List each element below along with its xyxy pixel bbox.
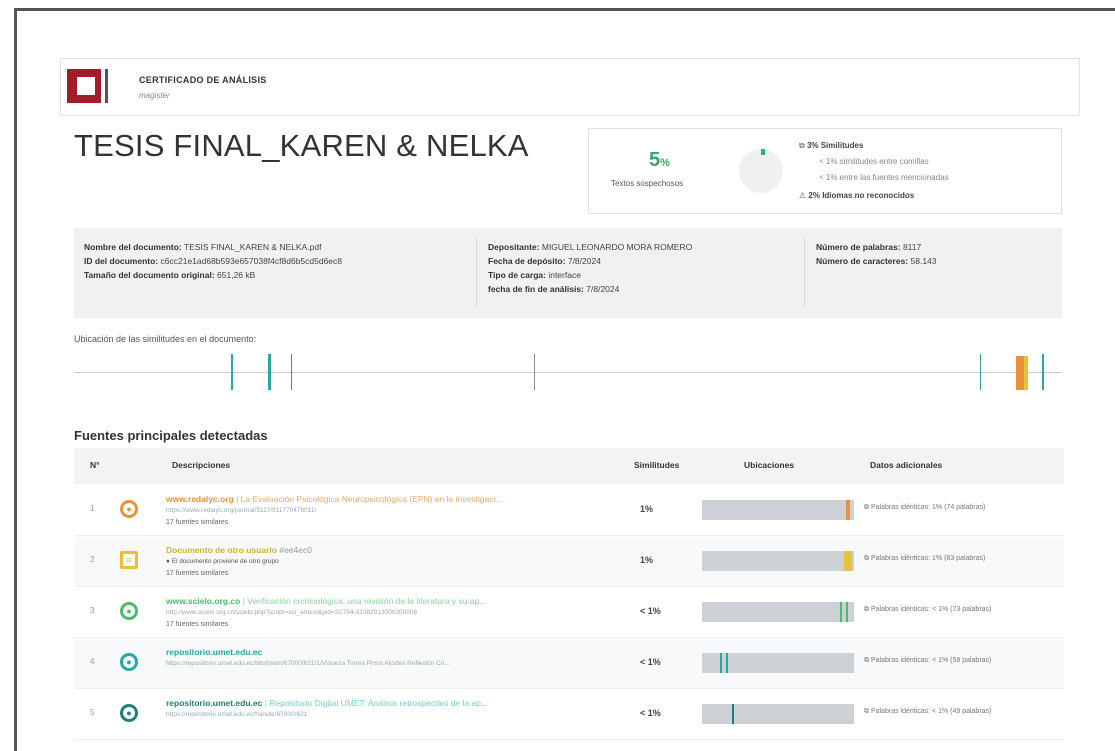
source-url[interactable]: https://repositorio.umet.edu.ec/bitstrea… xyxy=(166,660,586,667)
additional-data: ⧉ Palabras idénticas: < 1% (49 palabras) xyxy=(864,708,992,715)
metadata-col-3: Número de palabras: 8117 Número de carac… xyxy=(816,242,937,266)
metadata-divider xyxy=(476,238,477,308)
row-number: 5 xyxy=(90,708,95,717)
row-number: 3 xyxy=(90,606,95,615)
sim-detail-quotes: < 1% similitudes entre comillas xyxy=(819,157,929,166)
logo-icon xyxy=(67,69,111,105)
globe-icon: ● xyxy=(120,602,138,620)
source-description[interactable]: www.scielo.org.co | Verificación crimino… xyxy=(166,596,626,606)
location-marker xyxy=(231,354,233,390)
similarity-value: 1% xyxy=(640,504,654,514)
row-number: 1 xyxy=(90,504,95,513)
certificate-page: CERTIFICADO DE ANÁLISIS magister TESIS F… xyxy=(0,0,1115,751)
doc-size-value: 651,26 kB xyxy=(217,270,256,280)
col-number: N° xyxy=(90,460,100,470)
similar-sources-link[interactable]: 17 fuentes similares xyxy=(166,570,228,577)
similitudes-line: ⧉ 3% Similitudes xyxy=(799,141,864,150)
doc-name-value: TESIS FINAL_KAREN & NELKA.pdf xyxy=(183,242,322,252)
table-row[interactable]: 4 ● repositorio.umet.edu.ec https://repo… xyxy=(74,639,1064,689)
table-row[interactable]: 1 ● www.redalyc.org | La Evaluación Psic… xyxy=(74,486,1064,536)
additional-data: ⧉ Palabras idénticas: < 1% (58 palabras) xyxy=(864,657,992,664)
certificate-title: CERTIFICADO DE ANÁLISIS xyxy=(139,75,267,85)
similarity-value: < 1% xyxy=(640,708,661,718)
source-url[interactable]: https://www.redalyc.org/journal/5117/511… xyxy=(166,507,586,514)
source-description[interactable]: repositorio.umet.edu.ec xyxy=(166,647,626,657)
suspicious-label: Textos sospechosos xyxy=(611,179,684,188)
sources-table-header: N° Descripciones Similitudes Ubicaciones… xyxy=(74,448,1064,484)
table-row[interactable]: 2 ≡ Documento de otro usuario #ee4ec0 ● … xyxy=(74,537,1064,587)
similarity-value: 1% xyxy=(640,555,654,565)
metadata-divider xyxy=(804,238,805,308)
window-border-top xyxy=(14,8,1115,11)
location-bar xyxy=(702,704,854,724)
col-similarities: Similitudes xyxy=(634,460,680,470)
source-url: ● El documento proviene de otro grupo xyxy=(166,558,279,565)
deposit-date-value: 7/8/2024 xyxy=(567,256,601,266)
char-count-value: 58.143 xyxy=(910,256,937,266)
globe-icon: ● xyxy=(120,704,138,722)
source-url[interactable]: https://repositorio.umet.edu.ec/handle/6… xyxy=(166,711,586,718)
source-url[interactable]: http://www.scielo.org.co/scielo.php?scri… xyxy=(166,609,586,616)
certificate-header: CERTIFICADO DE ANÁLISIS magister xyxy=(60,58,1080,116)
row-number: 2 xyxy=(90,555,95,564)
metadata-col-2: Depositante: MIGUEL LEONARDO MORA ROMERO… xyxy=(488,242,693,294)
location-track xyxy=(74,372,1062,373)
additional-data: ⧉ Palabras idénticas: 1% (83 palabras) xyxy=(864,555,986,562)
idiomas-line: ⚠ 2% Idiomas no reconocidos xyxy=(799,191,915,200)
window-border-left xyxy=(14,8,17,751)
score-donut-segment xyxy=(761,149,765,155)
document-title: TESIS FINAL_KAREN & NELKA xyxy=(74,128,529,163)
analysis-end-value: 7/8/2024 xyxy=(586,284,620,294)
similar-sources-link[interactable]: 17 fuentes similares xyxy=(166,519,228,526)
globe-icon: ● xyxy=(120,653,138,671)
location-bar xyxy=(702,500,854,520)
col-locations: Ubicaciones xyxy=(744,460,795,470)
source-description[interactable]: Documento de otro usuario #ee4ec0 xyxy=(166,545,626,555)
doc-id-value: c6cc21e1ad68b593e657038f4cf8d6b5cd5d6ec8 xyxy=(160,256,343,266)
location-marker xyxy=(1024,356,1028,390)
certificate-subtitle: magister xyxy=(139,91,170,100)
document-icon: ≡ xyxy=(120,551,138,569)
row-number: 4 xyxy=(90,657,95,666)
location-marker xyxy=(291,354,292,390)
document-metadata: Nombre del documento: TESIS FINAL_KAREN … xyxy=(74,228,1062,318)
similarity-value: < 1% xyxy=(640,606,661,616)
additional-data: ⧉ Palabras idénticas: 1% (74 palabras) xyxy=(864,504,986,511)
depositor-value: MIGUEL LEONARDO MORA ROMERO xyxy=(541,242,693,252)
location-label: Ubicación de las similitudes en el docum… xyxy=(74,334,257,344)
location-marker xyxy=(1042,354,1044,390)
location-marker xyxy=(534,354,535,390)
upload-type-value: interface xyxy=(548,270,581,280)
source-description[interactable]: repositorio.umet.edu.ec | Repositorio Di… xyxy=(166,698,626,708)
location-marker xyxy=(980,354,981,390)
sim-detail-sources: < 1% entre las fuentes mencionadas xyxy=(819,173,949,182)
score-donut-chart xyxy=(739,149,783,193)
table-row[interactable]: 3 ● www.scielo.org.co | Verificación cri… xyxy=(74,588,1064,638)
source-description[interactable]: www.redalyc.org | La Evaluación Psicológ… xyxy=(166,494,626,504)
col-descriptions: Descripciones xyxy=(172,460,231,470)
similar-sources-link[interactable]: 17 fuentes similares xyxy=(166,621,228,628)
col-additional-data: Datos adicionales xyxy=(870,460,943,470)
table-row[interactable]: 5 ● repositorio.umet.edu.ec | Repositori… xyxy=(74,690,1064,740)
metadata-col-1: Nombre del documento: TESIS FINAL_KAREN … xyxy=(84,242,343,280)
score-summary: 5% Textos sospechosos ⧉ 3% Similitudes <… xyxy=(588,128,1062,214)
word-count-value: 8117 xyxy=(902,242,922,252)
location-marker xyxy=(268,354,271,390)
similarity-value: < 1% xyxy=(640,657,661,667)
suspicious-percent: 5% xyxy=(649,149,670,171)
globe-icon: ● xyxy=(120,500,138,518)
additional-data: ⧉ Palabras idénticas: < 1% (73 palabras) xyxy=(864,606,992,613)
sources-title: Fuentes principales detectadas xyxy=(74,428,268,443)
location-bar xyxy=(702,602,854,622)
location-bar xyxy=(702,653,854,673)
location-bar xyxy=(702,551,854,571)
